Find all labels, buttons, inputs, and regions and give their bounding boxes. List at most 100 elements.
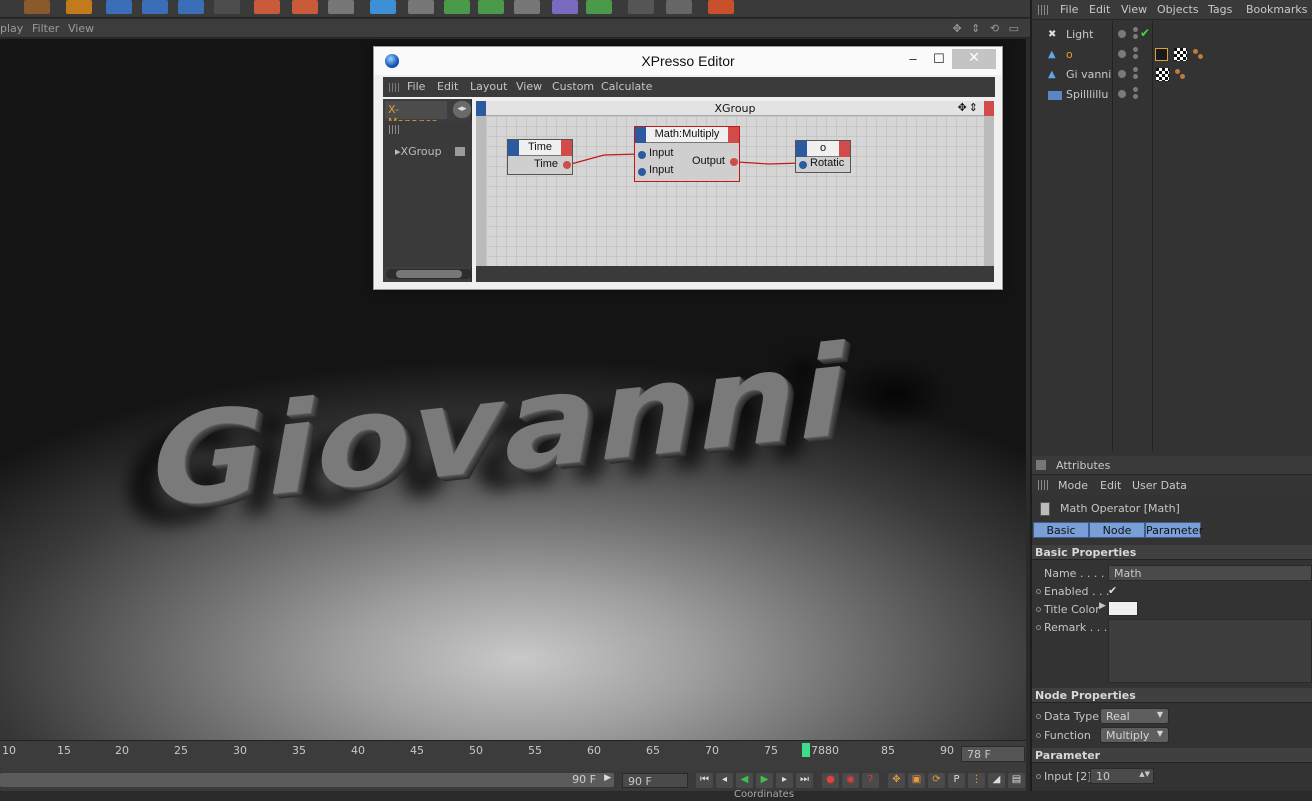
xpresso-menu-custom[interactable]: Custom xyxy=(552,80,594,93)
interpolation-icon[interactable]: ◢ xyxy=(988,773,1005,788)
pointer-icon[interactable] xyxy=(628,0,654,14)
om-menu-objects[interactable]: Objects xyxy=(1157,3,1199,16)
light-bulb-icon[interactable] xyxy=(708,0,734,14)
range-handle-icon[interactable]: ▶ xyxy=(604,773,611,783)
animate-dot-icon[interactable] xyxy=(1036,625,1041,630)
render-settings-icon[interactable] xyxy=(328,0,354,14)
node-output-handle[interactable] xyxy=(728,127,739,143)
current-frame-field[interactable]: 78 F xyxy=(961,746,1025,762)
attr-menu-mode[interactable]: Mode xyxy=(1058,479,1088,492)
remark-textarea[interactable] xyxy=(1108,619,1312,683)
grid-icon[interactable] xyxy=(666,0,692,14)
xgroup-output-handle[interactable] xyxy=(984,101,994,116)
attr-menu-edit[interactable]: Edit xyxy=(1100,479,1121,492)
record-point-level-icon[interactable]: ⋮ xyxy=(968,773,985,788)
coordinate-system-icon[interactable] xyxy=(214,0,240,14)
visibility-dot-icon[interactable] xyxy=(1118,30,1126,38)
om-menu-file[interactable]: File xyxy=(1060,3,1078,16)
viewport-menu-filter[interactable]: Filter xyxy=(32,22,59,35)
cube-icon[interactable] xyxy=(370,0,396,14)
animate-dot-icon[interactable] xyxy=(1036,774,1041,779)
object-row-o[interactable]: ▲ o xyxy=(1032,45,1312,65)
scrollbar-thumb[interactable] xyxy=(396,270,462,278)
x-manager-tab[interactable]: X-Manager xyxy=(385,101,447,129)
xpresso-menu-calculate[interactable]: Calculate xyxy=(601,80,652,93)
play-forward-icon[interactable]: ▶ xyxy=(756,773,773,788)
animate-dot-icon[interactable] xyxy=(1036,589,1041,594)
close-button[interactable]: ✕ xyxy=(952,49,996,69)
o-object-node[interactable]: o Rotatic xyxy=(795,140,851,173)
math-input-2-port[interactable] xyxy=(638,168,646,176)
subdivision-icon[interactable] xyxy=(444,0,470,14)
phong-tag-icon[interactable] xyxy=(1174,68,1187,81)
math-output-port[interactable] xyxy=(730,158,738,166)
pan-icon[interactable]: ✥⇕ xyxy=(958,101,980,114)
record-scale-icon[interactable]: ▣ xyxy=(908,773,925,788)
time-node[interactable]: Time Time xyxy=(507,139,573,175)
scene-icon[interactable] xyxy=(552,0,578,14)
om-menu-edit[interactable]: Edit xyxy=(1089,3,1110,16)
coordinates-tab[interactable]: Coordinates xyxy=(734,789,794,800)
node-properties-section[interactable]: Node Properties xyxy=(1032,688,1312,703)
z-axis-icon[interactable] xyxy=(178,0,204,14)
array-icon[interactable] xyxy=(478,0,504,14)
om-menu-tags[interactable]: Tags xyxy=(1208,3,1232,16)
record-parameter-icon[interactable]: P xyxy=(948,773,965,788)
enabled-checkbox[interactable]: ✔ xyxy=(1108,584,1117,597)
name-field[interactable]: Math xyxy=(1108,565,1312,581)
expand-arrows-icon[interactable]: ◂▸ xyxy=(453,101,471,118)
tree-item-xgroup[interactable]: ▸XGroup xyxy=(395,145,442,158)
function-dropdown[interactable]: Multiply ▼ xyxy=(1100,727,1169,743)
xpresso-menu-layout[interactable]: Layout xyxy=(470,80,507,93)
enabled-check-icon[interactable]: ✔ xyxy=(1140,26,1150,40)
tab-parameter[interactable]: Parameter xyxy=(1145,522,1203,538)
maximize-button[interactable]: ☐ xyxy=(926,51,952,71)
grip-icon[interactable] xyxy=(1038,480,1048,490)
animate-dot-icon[interactable] xyxy=(1036,714,1041,719)
data-type-dropdown[interactable]: Real ▼ xyxy=(1100,708,1169,724)
tab-basic[interactable]: Basic xyxy=(1033,522,1089,538)
undo-icon[interactable] xyxy=(24,0,50,14)
parameter-section[interactable]: Parameter xyxy=(1032,748,1312,763)
math-input-1-port[interactable] xyxy=(638,151,646,159)
render-dot-icon[interactable] xyxy=(1133,27,1138,32)
object-row-light[interactable]: ✖ Light ✔ xyxy=(1032,25,1312,45)
time-out-port[interactable] xyxy=(563,161,571,169)
o-rotation-port[interactable] xyxy=(799,161,807,169)
go-to-end-icon[interactable]: ⏭ xyxy=(796,773,813,788)
input-2-field[interactable]: 10 ▲▼ xyxy=(1090,768,1154,784)
time-node-header[interactable]: Time xyxy=(508,140,572,156)
object-row-plane[interactable]: Spilllillu xyxy=(1032,85,1312,105)
visibility-dot-icon[interactable] xyxy=(1118,70,1126,78)
keyframe-selection-icon[interactable]: ? xyxy=(862,773,879,788)
title-color-swatch[interactable] xyxy=(1108,601,1138,616)
minimize-button[interactable]: – xyxy=(900,51,926,71)
grip-icon[interactable] xyxy=(1038,5,1048,15)
deformer-icon[interactable] xyxy=(514,0,540,14)
render-dot-icon[interactable] xyxy=(1133,87,1138,92)
play-reverse-icon[interactable]: ◀ xyxy=(736,773,753,788)
next-key-icon[interactable]: ▸ xyxy=(776,773,793,788)
xpresso-menu-file[interactable]: File xyxy=(407,80,425,93)
render-dot-icon[interactable] xyxy=(1133,47,1138,52)
texture-tag-icon[interactable] xyxy=(1174,48,1187,61)
y-axis-icon[interactable] xyxy=(142,0,168,14)
node-input-handle[interactable] xyxy=(796,141,807,157)
record-rotation-icon[interactable]: ⟳ xyxy=(928,773,945,788)
move-tool-icon[interactable] xyxy=(66,0,92,14)
visibility-dot-icon[interactable] xyxy=(1118,90,1126,98)
math-node-header[interactable]: Math:Multiply xyxy=(635,127,739,143)
animate-dot-icon[interactable] xyxy=(1036,607,1041,612)
xpresso-menu-edit[interactable]: Edit xyxy=(437,80,458,93)
object-row-giovanni[interactable]: ▲ Gi vanni xyxy=(1032,65,1312,85)
viewport-nav-icons[interactable]: ✥ ⇕ ⟲ ▭ xyxy=(952,22,1022,35)
xpresso-title-bar[interactable]: XPresso Editor – ☐ ✕ xyxy=(374,47,1002,75)
basic-properties-section[interactable]: Basic Properties xyxy=(1032,545,1312,560)
timeline-window-icon[interactable]: ▤ xyxy=(1008,773,1025,788)
x-axis-icon[interactable] xyxy=(106,0,132,14)
viewport-menu-view[interactable]: View xyxy=(68,22,94,35)
phong-tag-icon[interactable] xyxy=(1192,48,1205,61)
texture-tag-icon[interactable] xyxy=(1156,68,1169,81)
visibility-dot-icon[interactable] xyxy=(1118,50,1126,58)
o-node-header[interactable]: o xyxy=(796,141,850,157)
